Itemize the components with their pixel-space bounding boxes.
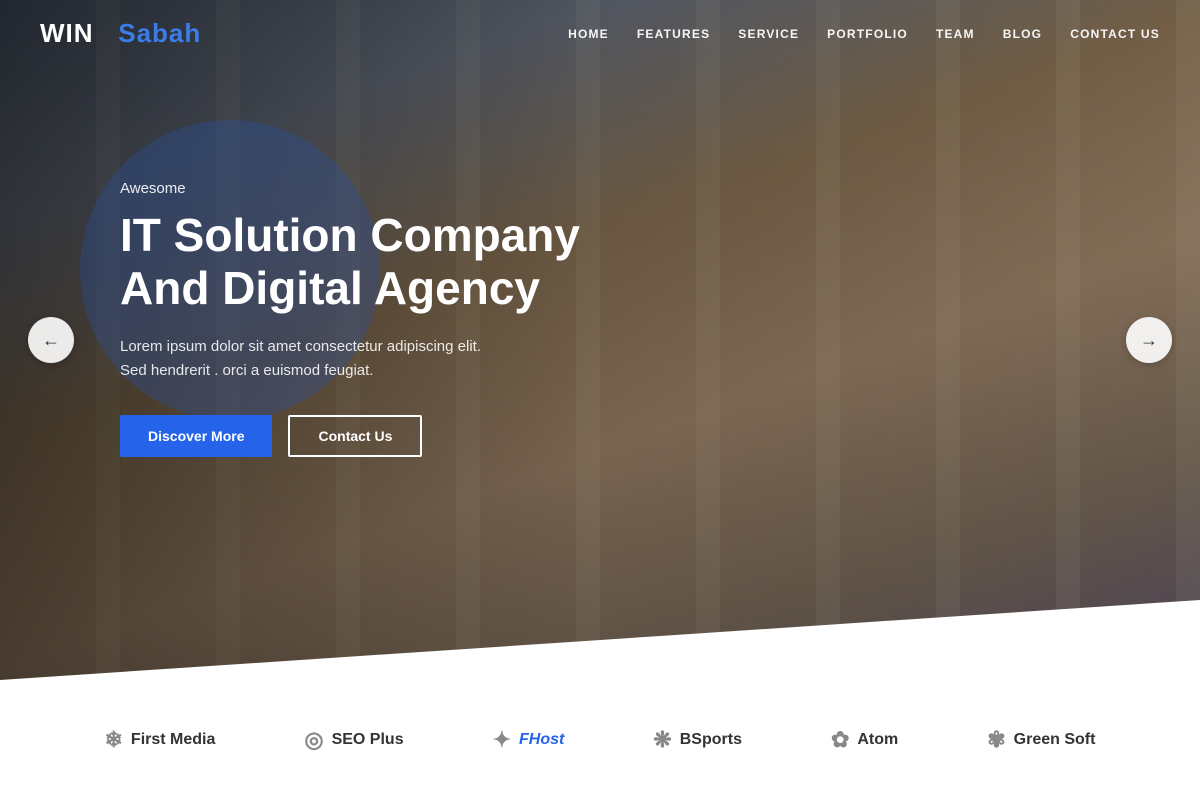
brand-name: First Media bbox=[131, 731, 215, 749]
contact-us-button[interactable]: Contact Us bbox=[288, 415, 422, 457]
main-nav: HOME FEATURES SERVICE PORTFOLIO TEAM BLOG CONT… bbox=[568, 27, 1160, 41]
hero-content: Awesome IT Solution Company And Digital … bbox=[120, 180, 680, 457]
brand-name: Green Soft bbox=[1014, 731, 1096, 749]
nav-item-features[interactable]: FEATURES bbox=[637, 27, 710, 41]
hero-title: IT Solution Company And Digital Agency bbox=[120, 209, 680, 315]
brand-icon: ✿ bbox=[831, 727, 849, 753]
brand-item: ◎ SEO Plus bbox=[304, 727, 403, 753]
brand-item: ✿ Atom bbox=[831, 727, 898, 753]
hero-section: WIN Sabah HOME FEATURES SERVICE PORTFOLIO TE… bbox=[0, 0, 1200, 680]
hero-prev-button[interactable]: ← bbox=[28, 317, 74, 363]
nav-item-portfolio[interactable]: PORTFOLIO bbox=[827, 27, 908, 41]
discover-more-button[interactable]: Discover More bbox=[120, 415, 272, 457]
brand-item: ❋ BSports bbox=[653, 727, 742, 753]
brand-icon: ❋ bbox=[653, 727, 671, 753]
brand-icon: ✦ bbox=[493, 727, 511, 753]
brands-section: ❄ First Media ◎ SEO Plus ✦ FHost ❋ BSports ✿ Atom… bbox=[0, 680, 1200, 800]
brand-item: ✾ Green Soft bbox=[987, 727, 1095, 753]
site-logo: WIN Sabah bbox=[40, 18, 201, 49]
brand-icon: ❄ bbox=[104, 727, 122, 753]
brand-icon: ✾ bbox=[987, 727, 1005, 753]
nav-item-contact-us[interactable]: CONTACT US bbox=[1070, 27, 1160, 41]
logo-win: WIN bbox=[40, 18, 94, 48]
hero-diagonal bbox=[0, 560, 1200, 680]
nav-item-home[interactable]: HOME bbox=[568, 27, 609, 41]
logo-sabah: Sabah bbox=[118, 18, 201, 48]
brand-name: Atom bbox=[857, 731, 898, 749]
hero-description: Lorem ipsum dolor sit amet consectetur a… bbox=[120, 335, 520, 383]
brand-name: SEO Plus bbox=[332, 731, 404, 749]
nav-item-team[interactable]: TEAM bbox=[936, 27, 975, 41]
nav-item-blog[interactable]: BLOG bbox=[1003, 27, 1042, 41]
brand-item: ✦ FHost bbox=[493, 727, 565, 753]
hero-subtitle: Awesome bbox=[120, 180, 680, 197]
nav-item-service[interactable]: SERVICE bbox=[738, 27, 799, 41]
brand-icon: ◎ bbox=[304, 727, 323, 753]
hero-next-button[interactable]: → bbox=[1126, 317, 1172, 363]
brand-name: FHost bbox=[519, 731, 564, 749]
brand-name: BSports bbox=[680, 731, 742, 749]
hero-buttons: Discover More Contact Us bbox=[120, 415, 680, 457]
site-header: WIN Sabah HOME FEATURES SERVICE PORTFOLIO TE… bbox=[0, 0, 1200, 67]
brand-item: ❄ First Media bbox=[104, 727, 215, 753]
